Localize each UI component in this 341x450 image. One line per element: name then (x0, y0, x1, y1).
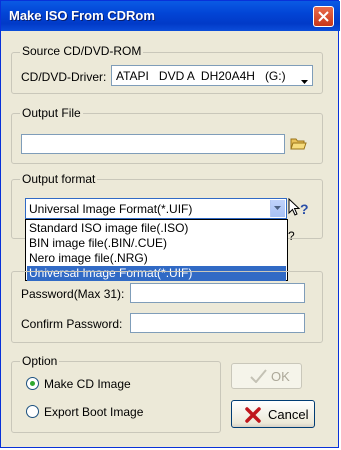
password-label: Password(Max 31): (21, 287, 125, 301)
cancel-label: Cancel (268, 407, 309, 422)
help-glyph: ? (300, 201, 309, 217)
driver-select-value: ATAPI DVD A DH20A4H (G:) (116, 69, 286, 83)
title-bar[interactable]: Make ISO From CDRom (1, 1, 340, 31)
ok-label: OK (271, 369, 290, 384)
help-question-mark: ? (288, 229, 295, 243)
confirm-password-label: Confirm Password: (21, 317, 123, 331)
folder-icon[interactable] (290, 136, 307, 154)
driver-label: CD/DVD-Driver: (21, 70, 107, 84)
output-format-selected: Universal Image Format(*.UIF) (29, 202, 193, 216)
output-format-dropdown-button[interactable] (270, 200, 285, 217)
format-option-iso[interactable]: Standard ISO image file(.ISO) (27, 221, 286, 236)
output-format-select[interactable]: Universal Image Format(*.UIF) (25, 198, 287, 219)
driver-select[interactable]: ATAPI DVD A DH20A4H (G:) (111, 65, 313, 86)
check-icon (250, 369, 267, 386)
ok-button[interactable]: OK (231, 363, 302, 389)
help-cursor-icon[interactable]: ? (288, 197, 310, 221)
close-button[interactable] (313, 6, 334, 27)
output-file-input[interactable] (21, 134, 285, 154)
make-iso-dialog: Make ISO From CDRom Source CD/DVD-ROM CD… (0, 0, 340, 448)
export-boot-image-label[interactable]: Export Boot Image (44, 405, 143, 419)
option-group-label: Option (20, 354, 60, 368)
output-file-group-label: Output File (20, 106, 83, 120)
make-cd-image-label[interactable]: Make CD Image (44, 377, 131, 391)
export-boot-image-radio[interactable] (26, 405, 39, 418)
option-group (11, 361, 221, 433)
make-cd-image-radio[interactable] (26, 377, 39, 390)
password-input[interactable] (130, 283, 305, 303)
output-format-group-label: Output format (20, 172, 98, 186)
cancel-button[interactable]: Cancel (231, 400, 315, 428)
format-option-bin[interactable]: BIN image file(.BIN/.CUE) (27, 236, 286, 251)
cancel-x-icon (245, 407, 261, 426)
format-option-nrg[interactable]: Nero image file(.NRG) (27, 251, 286, 266)
window-title: Make ISO From CDRom (9, 8, 155, 23)
confirm-password-input[interactable] (130, 313, 305, 333)
source-group-label: Source CD/DVD-ROM (20, 44, 144, 58)
chevron-down-icon (301, 73, 308, 87)
